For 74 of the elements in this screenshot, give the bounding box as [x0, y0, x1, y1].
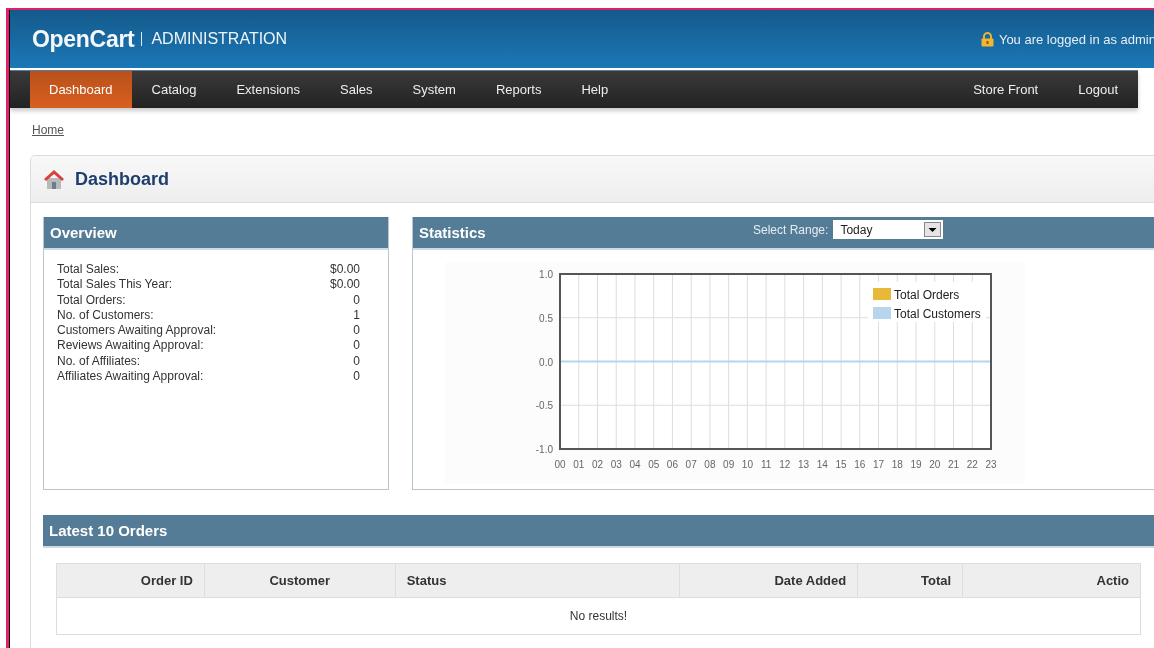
stat-label: Total Orders:	[57, 292, 126, 308]
lock-icon	[980, 31, 994, 47]
range-select[interactable]: Today	[833, 220, 944, 239]
column-header: Customer	[204, 563, 396, 598]
nav-tab[interactable]: Dashboard	[30, 71, 132, 108]
x-tick-label: 08	[704, 459, 716, 470]
x-tick-label: 01	[573, 459, 585, 470]
page-title: Dashboard	[75, 168, 170, 190]
nav-tab[interactable]: Catalog	[131, 71, 217, 108]
stat-value: 0	[353, 369, 360, 385]
panel-title: Statistics	[419, 224, 486, 241]
logo-subtitle: ADMINISTRATION	[141, 32, 288, 46]
x-tick-label: 11	[760, 459, 772, 470]
x-tick-label: 15	[835, 459, 847, 470]
breadcrumb-link[interactable]: Home	[32, 123, 64, 143]
x-tick-label: 09	[723, 459, 735, 470]
stat-label: Reviews Awaiting Approval:	[57, 338, 204, 354]
x-tick-label: 21	[947, 459, 960, 470]
x-tick-label: 13	[798, 459, 810, 470]
stat-value: 0	[353, 353, 360, 370]
nav-tab[interactable]: Extensions	[216, 71, 320, 108]
legend-label: Total Orders	[894, 288, 960, 302]
stat-value: 0	[353, 338, 360, 354]
column-header: Total	[857, 563, 963, 598]
y-tick-label: -0.5	[535, 400, 553, 412]
stat-value: 0	[353, 292, 360, 308]
column-header: Order ID	[56, 563, 205, 598]
logo[interactable]: OpenCart	[32, 25, 135, 53]
x-tick-label: 23	[985, 459, 997, 470]
x-tick-label: 19	[910, 459, 922, 470]
x-tick-label: 07	[685, 459, 697, 470]
panel-title: Latest 10 Orders	[49, 522, 168, 539]
x-tick-label: 20	[929, 459, 941, 470]
x-tick-label: 14	[816, 459, 828, 470]
x-tick-label: 00	[554, 459, 566, 470]
nav-tab[interactable]: Help	[561, 71, 629, 108]
y-tick-label: -1.0	[535, 444, 553, 455]
nav-tab[interactable]: System	[392, 71, 476, 108]
stat-label: No. of Affiliates:	[57, 353, 141, 370]
x-tick-label: 03	[610, 459, 622, 470]
column-header: Status	[395, 563, 680, 598]
stat-label: No. of Customers:	[57, 307, 154, 324]
stat-value: 1	[353, 307, 360, 324]
x-tick-label: 05	[648, 459, 660, 470]
stat-label: Total Sales:	[57, 262, 120, 278]
panel-title: Overview	[50, 224, 117, 241]
x-tick-label: 02	[591, 459, 604, 470]
x-tick-label: 04	[629, 459, 641, 470]
x-tick-label: 18	[891, 459, 903, 470]
empty-message: No results!	[56, 597, 1141, 635]
nav-link[interactable]: Store Front	[953, 71, 1059, 108]
nav-tab[interactable]: Reports	[475, 71, 562, 108]
x-tick-label: 16	[854, 459, 866, 470]
stat-label: Total Sales This Year:	[57, 277, 173, 293]
stat-value: $0.00	[329, 262, 360, 278]
y-tick-label: 0.5	[539, 312, 553, 324]
stat-value: $0.00	[329, 277, 360, 293]
x-tick-label: 06	[666, 459, 678, 470]
column-header: Actio	[962, 563, 1141, 598]
nav-tab[interactable]: Sales	[320, 71, 393, 108]
y-tick-label: 0.0	[539, 356, 553, 368]
nav-link[interactable]: Logout	[1058, 71, 1138, 108]
y-tick-label: 1.0	[539, 269, 553, 280]
x-tick-label: 10	[741, 459, 753, 470]
column-header: Date Added	[679, 563, 858, 598]
x-tick-label: 17	[873, 459, 885, 470]
stat-label: Affiliates Awaiting Approval:	[57, 369, 204, 385]
home-icon	[43, 168, 65, 190]
x-tick-label: 22	[966, 459, 978, 470]
range-label: Select Range:	[753, 222, 829, 237]
legend-label: Total Customers	[894, 307, 981, 321]
x-tick-label: 12	[779, 459, 791, 470]
stat-label: Customers Awaiting Approval:	[57, 323, 217, 339]
stat-value: 0	[353, 323, 360, 339]
